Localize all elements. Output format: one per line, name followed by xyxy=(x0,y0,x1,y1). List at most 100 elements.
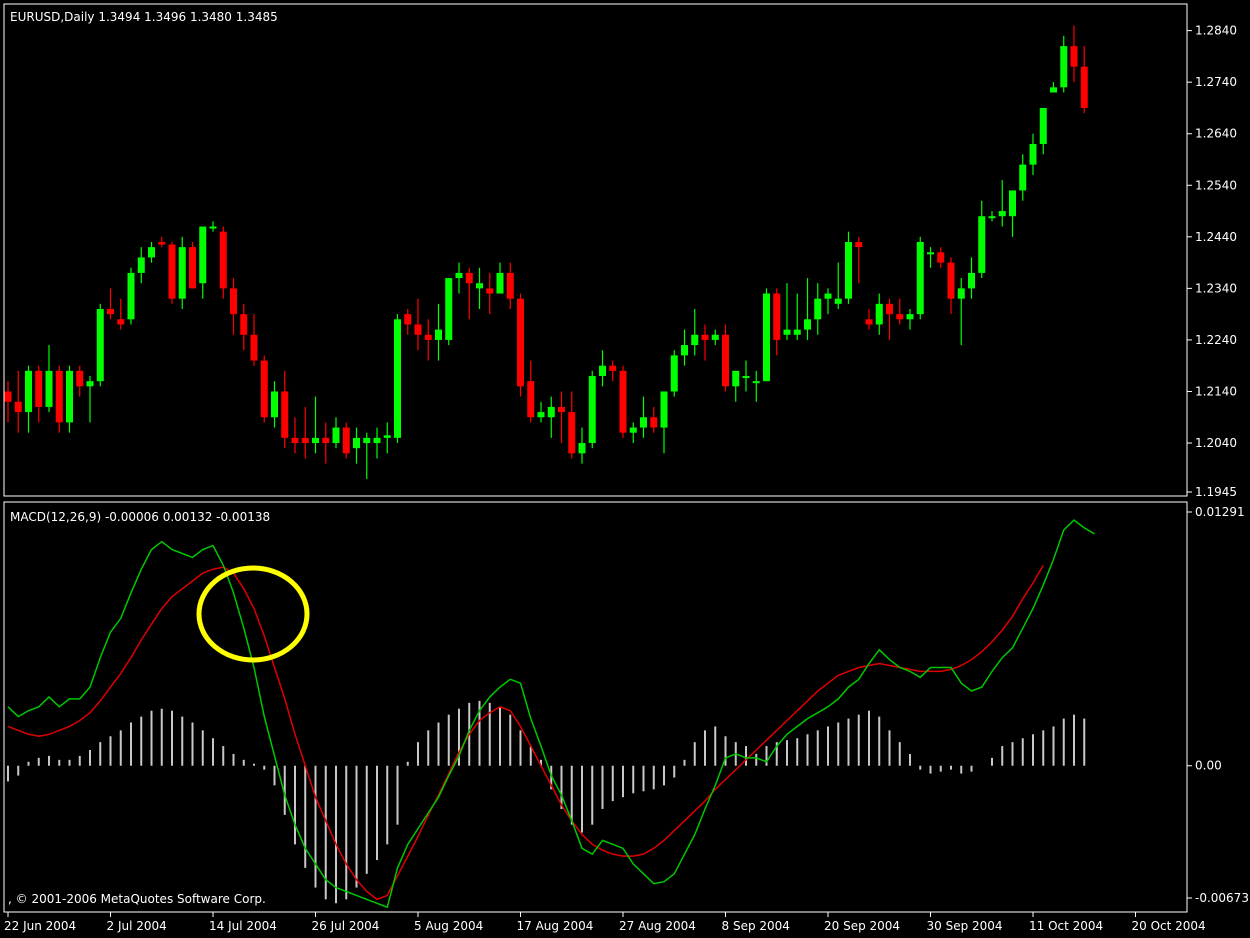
date-tick-label: 17 Aug 2004 xyxy=(517,919,594,933)
candle-body xyxy=(1019,164,1027,191)
macd-tick-label: 0.01291 xyxy=(1195,505,1245,519)
candle-body xyxy=(978,216,986,273)
candle-body xyxy=(496,272,504,294)
candle-body xyxy=(865,319,873,325)
candle-body xyxy=(476,283,483,289)
candle-body xyxy=(45,370,53,407)
candle-body xyxy=(486,288,494,294)
candle-body xyxy=(240,314,248,335)
candle-body xyxy=(640,417,647,428)
date-tick-label: 22 Jun 2004 xyxy=(4,919,76,933)
price-tick-label: 1.2040 xyxy=(1195,436,1237,450)
candle-body xyxy=(260,360,268,418)
candle-body xyxy=(435,329,442,340)
candle-body xyxy=(465,272,473,284)
candle-body xyxy=(752,381,760,384)
candle-body xyxy=(742,376,750,379)
candle-body xyxy=(158,241,166,245)
date-tick-label: 20 Sep 2004 xyxy=(824,919,900,933)
candle-body xyxy=(342,427,350,454)
candle-body xyxy=(578,443,586,454)
date-tick-label: 26 Jul 2004 xyxy=(312,919,380,933)
candle-body xyxy=(793,329,801,335)
candle-body xyxy=(1009,190,1016,217)
candle-body xyxy=(906,314,914,320)
candle-body xyxy=(189,247,196,289)
candle-body xyxy=(291,437,299,444)
candle-body xyxy=(998,211,1006,217)
candle-body xyxy=(414,324,422,335)
candle-body xyxy=(76,370,84,387)
candle-body xyxy=(1070,46,1078,67)
candle-body xyxy=(732,370,740,387)
candle-body xyxy=(599,365,606,377)
candle-body xyxy=(14,401,22,413)
candle-body xyxy=(209,226,217,229)
candle-body xyxy=(691,334,699,346)
candle-body xyxy=(424,334,432,340)
candle-body xyxy=(4,391,12,402)
candle-body xyxy=(988,216,996,219)
candle-body xyxy=(281,391,289,438)
candle-body xyxy=(66,370,73,423)
candle-body xyxy=(250,334,258,361)
candle-body xyxy=(353,437,360,449)
candle-body xyxy=(373,437,381,444)
candle-body xyxy=(937,252,945,263)
candle-body xyxy=(773,293,781,340)
candle-body xyxy=(1050,87,1057,93)
candle-body xyxy=(568,412,576,454)
date-tick-label: 8 Sep 2004 xyxy=(722,919,790,933)
date-tick-label: 20 Oct 2004 xyxy=(1132,919,1206,933)
candle-body xyxy=(148,247,155,258)
candle-body xyxy=(312,437,319,444)
date-tick-label: 11 Oct 2004 xyxy=(1029,919,1103,933)
price-tick-label: 1.2740 xyxy=(1195,75,1237,89)
candle-body xyxy=(763,293,770,382)
candle-body xyxy=(547,406,555,418)
macd-tick-label: -0.00673 xyxy=(1195,891,1249,905)
price-tick-label: 1.2140 xyxy=(1195,384,1237,398)
price-tick-label: 1.1945 xyxy=(1195,485,1237,499)
copyright-notice: , © 2001-2006 MetaQuotes Software Corp. xyxy=(8,892,266,906)
candle-body xyxy=(537,412,545,418)
candle-body xyxy=(178,247,186,299)
candle-body xyxy=(1039,107,1047,145)
candle-body xyxy=(588,376,596,444)
candle-body xyxy=(1029,144,1037,165)
candle-body xyxy=(506,272,514,299)
date-tick-label: 2 Jul 2004 xyxy=(107,919,167,933)
candle-body xyxy=(445,278,453,340)
candle-body xyxy=(96,308,104,382)
candle-body xyxy=(701,334,709,340)
candle-body xyxy=(322,437,330,444)
candle-body xyxy=(660,391,668,428)
candle-body xyxy=(25,370,32,413)
candle-body xyxy=(783,329,791,335)
price-header: EURUSD,Daily 1.3494 1.3496 1.3480 1.3485 xyxy=(10,10,278,24)
candle-body xyxy=(947,262,955,299)
trading-chart: 1.2840 1.2740 1.2640 1.2540 1.2440 1.2340 1.22… xyxy=(0,0,1250,938)
price-tick-label: 1.2540 xyxy=(1195,178,1237,192)
candle-body xyxy=(968,272,975,289)
candle-body xyxy=(824,293,832,299)
candle-body xyxy=(875,303,883,325)
macd-tick-label: 0.00 xyxy=(1195,759,1222,773)
candle-body xyxy=(650,417,658,428)
candle-body xyxy=(1080,66,1088,108)
candle-body xyxy=(86,381,94,387)
candle-body xyxy=(35,370,43,407)
candle-body xyxy=(394,319,401,438)
candle-body xyxy=(629,427,637,433)
candle-body xyxy=(230,288,237,315)
candle-body xyxy=(383,435,391,438)
chart-background xyxy=(0,0,1250,938)
candle-body xyxy=(271,391,278,418)
candle-body xyxy=(896,314,904,320)
candle-body xyxy=(916,241,924,315)
macd-header: MACD(12,26,9) -0.00006 0.00132 -0.00138 xyxy=(10,510,270,524)
candle-body xyxy=(199,226,207,284)
candle-body xyxy=(527,381,535,418)
candle-body xyxy=(168,244,176,299)
candle-body xyxy=(834,298,842,304)
